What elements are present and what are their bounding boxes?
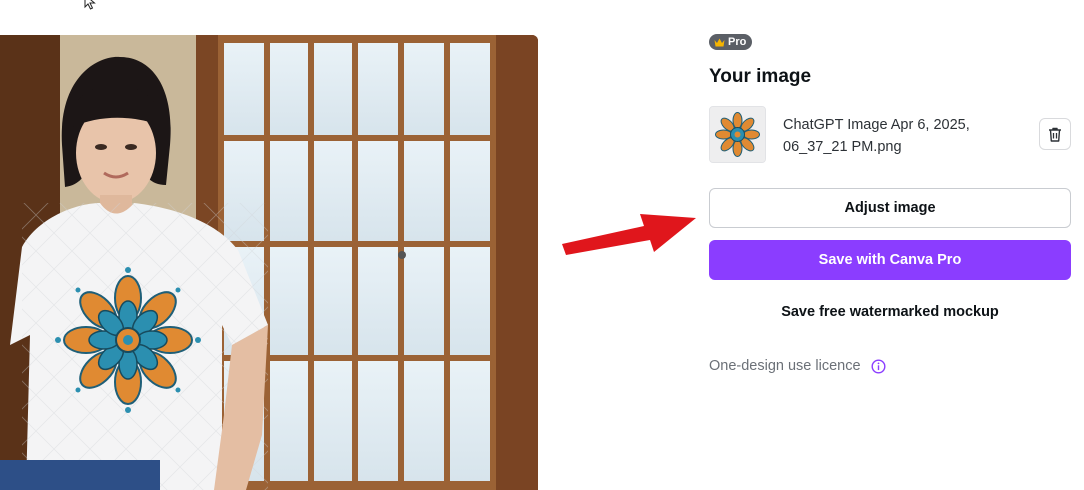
red-arrow-icon: [562, 214, 696, 255]
uploaded-image-thumbnail: [709, 106, 766, 163]
licence-info: One-design use licence: [709, 358, 886, 374]
info-icon[interactable]: [871, 358, 886, 374]
uploaded-file-name: ChatGPT Image Apr 6, 2025, 06_37_21 PM.p…: [783, 117, 970, 155]
panel-title: Your image: [709, 66, 812, 87]
save-free-watermarked-button[interactable]: Save free watermarked mockup: [709, 292, 1071, 332]
mockup-preview-image: [0, 35, 538, 490]
trash-icon: [1049, 127, 1061, 142]
adjust-image-button[interactable]: Adjust image: [709, 188, 1071, 228]
save-with-canva-pro-button[interactable]: Save with Canva Pro: [709, 240, 1071, 280]
mouse-cursor-icon: [84, 0, 96, 10]
pro-badge-label: Pro: [728, 36, 747, 48]
licence-label: One-design use licence: [709, 358, 861, 374]
pro-badge: Pro: [709, 34, 753, 50]
delete-image-button[interactable]: [1039, 118, 1071, 150]
crown-icon: [714, 38, 725, 46]
